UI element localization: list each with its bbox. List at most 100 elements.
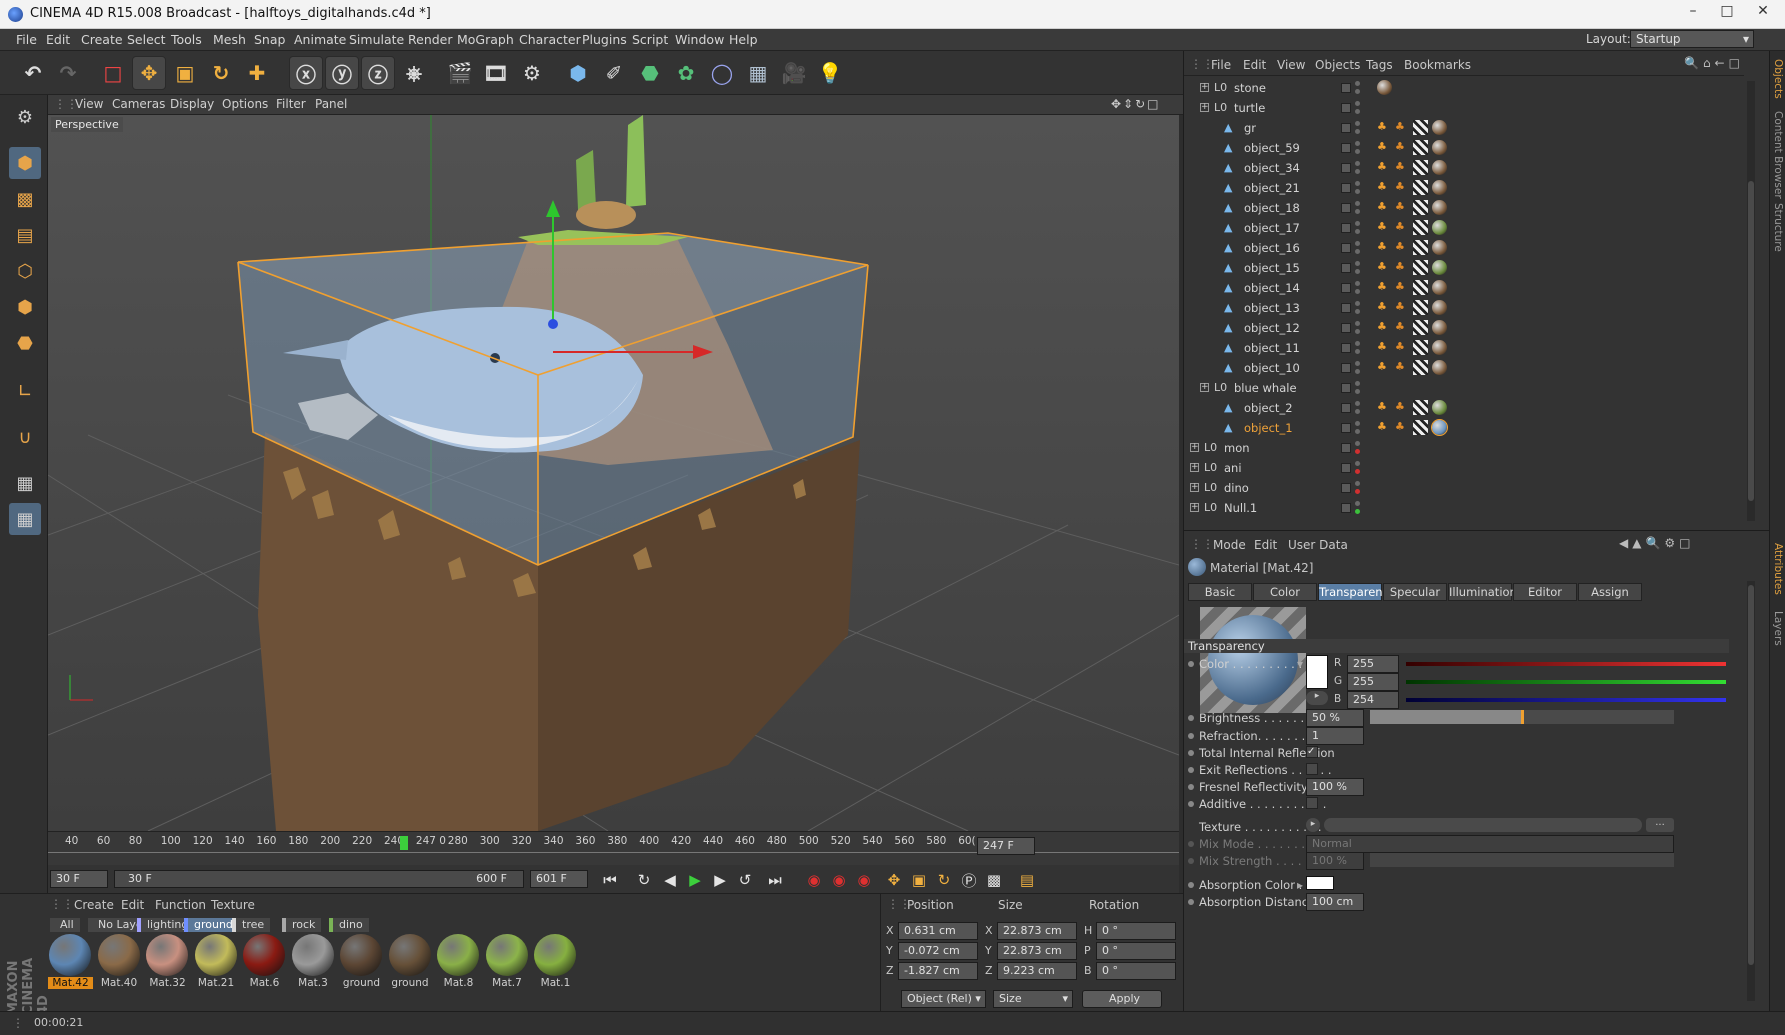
side-tab-content-browser[interactable]: Content Browser [1772, 111, 1784, 199]
previous-key-icon[interactable]: ↻ [633, 869, 655, 891]
uvw-tag-icon[interactable] [1413, 140, 1428, 155]
object-name[interactable]: object_21 [1244, 181, 1300, 195]
menu-create[interactable]: Create [81, 32, 123, 47]
editor-visibility-dot[interactable] [1355, 501, 1360, 506]
timeline-ruler[interactable]: 40 60 80 100 120 140 160 180 200 220 240 247 0 280 30… [48, 831, 1179, 865]
material-swatch[interactable]: Mat.8 [436, 934, 481, 994]
absorption-distance-field[interactable]: 100 cm [1306, 893, 1364, 911]
green-slider[interactable] [1406, 680, 1726, 684]
keyframe-dot-icon[interactable] [1188, 661, 1194, 667]
brightness-slider-handle[interactable] [1521, 710, 1524, 724]
phong-tag-icon[interactable]: ♣ [1395, 420, 1410, 435]
minimize-button[interactable]: – [1676, 1, 1710, 23]
expand-toggle-icon[interactable]: + [1200, 103, 1209, 112]
editor-visibility-dot[interactable] [1355, 481, 1360, 486]
object-row[interactable]: ▲ object_1 ♣ ♣ [1184, 418, 1744, 438]
scroll-thumb[interactable] [1748, 585, 1754, 965]
keyframe-dot-icon[interactable] [1188, 899, 1194, 905]
object-row[interactable]: ▲ gr ♣ ♣ [1184, 118, 1744, 138]
menu-window[interactable]: Window [675, 32, 724, 47]
key-position-icon[interactable]: ✥ [883, 869, 905, 891]
editor-visibility-dot[interactable] [1355, 441, 1360, 446]
layer-checkbox[interactable] [1341, 403, 1351, 413]
object-name[interactable]: object_2 [1244, 401, 1293, 415]
keyframe-dot-icon[interactable] [1188, 767, 1194, 773]
uvw-tag-icon[interactable] [1413, 220, 1428, 235]
workplane-icon[interactable]: ▤ [9, 219, 41, 251]
phong-tag-icon[interactable]: ♣ [1377, 120, 1392, 135]
material-swatch[interactable]: Mat.21 [194, 934, 239, 994]
attr-menu-edit[interactable]: Edit [1254, 538, 1277, 552]
keyframe-dot-icon[interactable] [1188, 733, 1194, 739]
object-name[interactable]: object_17 [1244, 221, 1300, 235]
material-filter-tab[interactable]: ground [184, 918, 239, 932]
object-name[interactable]: object_12 [1244, 321, 1300, 335]
keyframe-selection-icon[interactable]: ◉ [853, 869, 875, 891]
uvw-tag-icon[interactable] [1413, 160, 1428, 175]
size-mode-select[interactable]: Size ▾ [993, 990, 1073, 1008]
texture-slot[interactable] [1324, 818, 1642, 832]
expand-toggle-icon[interactable]: + [1200, 83, 1209, 92]
uvw-tag-icon[interactable] [1413, 360, 1428, 375]
object-row[interactable]: ▲ object_18 ♣ ♣ [1184, 198, 1744, 218]
editor-visibility-dot[interactable] [1355, 161, 1360, 166]
render-visibility-dot[interactable] [1355, 189, 1360, 194]
editor-visibility-dot[interactable] [1355, 341, 1360, 346]
key-pla-icon[interactable]: ▩ [983, 869, 1005, 891]
phong-tag-icon[interactable]: ♣ [1395, 120, 1410, 135]
editor-visibility-dot[interactable] [1355, 301, 1360, 306]
editor-visibility-dot[interactable] [1355, 241, 1360, 246]
uvw-tag-icon[interactable] [1413, 300, 1428, 315]
editor-visibility-dot[interactable] [1355, 181, 1360, 186]
attr-tab[interactable]: Illumination [1448, 583, 1517, 601]
phong-tag-icon[interactable]: ♣ [1377, 180, 1392, 195]
expand-color-icon[interactable]: ▾ [1297, 657, 1303, 671]
texture-browse-button[interactable]: ... [1646, 818, 1674, 832]
attr-menu-mode[interactable]: Mode [1213, 538, 1246, 552]
layer-checkbox[interactable] [1341, 443, 1351, 453]
position-field[interactable]: -0.072 cm [898, 942, 978, 960]
editor-visibility-dot[interactable] [1355, 261, 1360, 266]
perspective-viewport[interactable]: Perspective [48, 115, 1179, 831]
keyframe-dot-icon[interactable] [1188, 841, 1194, 847]
menu-mesh[interactable]: Mesh [213, 32, 246, 47]
object-row[interactable]: ▲ object_10 ♣ ♣ [1184, 358, 1744, 378]
gizmo-y-arrow[interactable] [546, 200, 560, 217]
object-row[interactable]: ▲ object_59 ♣ ♣ [1184, 138, 1744, 158]
attr-tab[interactable]: Editor [1513, 583, 1577, 601]
timeline-window-icon[interactable]: ▤ [1016, 869, 1038, 891]
phong-tag-icon[interactable]: ♣ [1377, 280, 1392, 295]
attr-menu-user-data[interactable]: User Data [1288, 538, 1348, 552]
additive-checkbox[interactable] [1306, 797, 1318, 809]
material-tag-icon[interactable] [1432, 360, 1447, 375]
phong-tag-icon[interactable]: ♣ [1377, 340, 1392, 355]
phong-tag-icon[interactable]: ♣ [1395, 320, 1410, 335]
object-row[interactable]: + L0 ani [1184, 458, 1744, 478]
obj-menu-bookmarks[interactable]: Bookmarks [1404, 58, 1471, 72]
keyframe-dot-icon[interactable] [1188, 784, 1194, 790]
editor-visibility-dot[interactable] [1355, 401, 1360, 406]
phong-tag-icon[interactable]: ♣ [1395, 280, 1410, 295]
material-swatch[interactable]: ground [388, 934, 433, 994]
mix-strength-field[interactable]: 100 % [1306, 852, 1364, 870]
close-button[interactable]: ✕ [1744, 1, 1782, 23]
rotation-field[interactable]: 0 ° [1096, 942, 1176, 960]
key-rotation-icon[interactable]: ↻ [933, 869, 955, 891]
layer-checkbox[interactable] [1341, 223, 1351, 233]
render-visibility-dot[interactable] [1355, 89, 1360, 94]
playhead[interactable] [400, 836, 408, 850]
attr-toolbar-icons[interactable]: ◀▲🔍⚙□ [1619, 536, 1695, 550]
material-tag-icon[interactable] [1377, 80, 1392, 95]
material-tag-icon[interactable] [1432, 200, 1447, 215]
side-tab-attributes[interactable]: Attributes [1772, 543, 1784, 595]
object-row[interactable]: ▲ object_34 ♣ ♣ [1184, 158, 1744, 178]
uvw-tag-icon[interactable] [1413, 340, 1428, 355]
side-tab-layers[interactable]: Layers [1772, 611, 1784, 646]
blue-slider[interactable] [1406, 698, 1726, 702]
layer-checkbox[interactable] [1341, 463, 1351, 473]
object-row[interactable]: + L0 mon [1184, 438, 1744, 458]
material-swatch[interactable]: Mat.1 [533, 934, 578, 994]
uvw-tag-icon[interactable] [1413, 240, 1428, 255]
blue-field[interactable]: 254 [1347, 691, 1399, 709]
object-name[interactable]: object_1 [1244, 421, 1293, 435]
